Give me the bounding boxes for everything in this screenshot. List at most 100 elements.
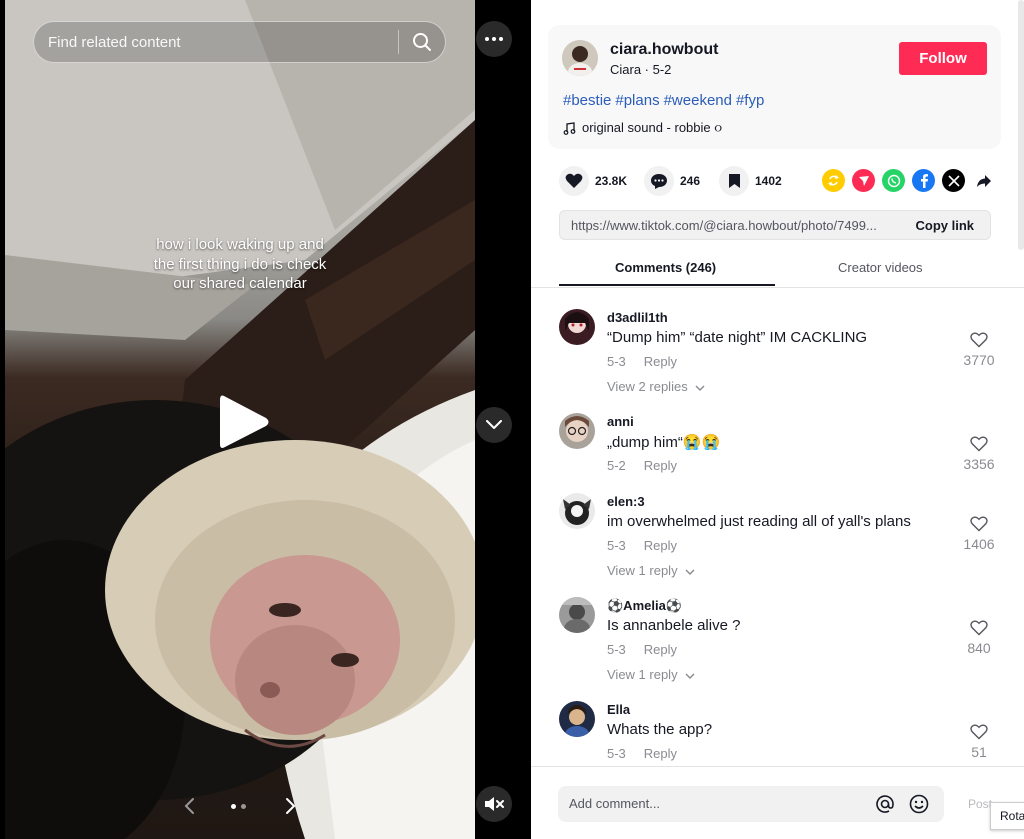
commenter-avatar[interactable]: [559, 493, 595, 529]
commenter-name[interactable]: elen:3: [607, 494, 645, 509]
x-icon[interactable]: [942, 169, 965, 192]
bookmark-icon: [728, 174, 740, 188]
comment-like-count: 51: [971, 744, 987, 760]
tooltip: Rota: [990, 802, 1024, 830]
chevron-down-icon: [685, 569, 695, 575]
commenter-name[interactable]: Ella: [607, 702, 630, 717]
commenter-name[interactable]: ⚽Amelia⚽: [607, 598, 682, 614]
commenter-name[interactable]: d3adlil1th: [607, 310, 668, 325]
comment-text: Whats the app?: [607, 721, 713, 738]
comment-bubble-icon: [651, 173, 667, 189]
commenter-avatar[interactable]: [559, 413, 595, 449]
hashtag-link[interactable]: #weekend: [664, 92, 732, 109]
chevron-down-icon: [486, 420, 502, 429]
chevron-down-icon: [685, 673, 695, 679]
reply-button[interactable]: Reply: [644, 458, 677, 473]
mention-icon[interactable]: [875, 794, 895, 814]
reply-button[interactable]: Reply: [644, 746, 677, 761]
facebook-icon[interactable]: [912, 169, 935, 192]
whatsapp-icon[interactable]: [882, 169, 905, 192]
heart-outline-icon: [970, 436, 988, 452]
comment-input-box[interactable]: [558, 786, 944, 822]
save-count: 1402: [755, 174, 782, 188]
comment-text: Is annanbele alive ?: [607, 617, 741, 634]
comment-like-count: 1406: [963, 536, 995, 552]
tab-bar: Comments (246) Creator videos: [559, 248, 991, 286]
reply-button[interactable]: Reply: [644, 538, 677, 553]
comment-text: “Dump him” “date night” IM CACKLING: [607, 329, 868, 346]
scrollbar[interactable]: [1018, 0, 1024, 250]
hashtag-link[interactable]: #bestie: [563, 92, 611, 109]
post-url[interactable]: https://www.tiktok.com/@ciara.howbout/ph…: [571, 218, 901, 233]
details-panel: ciara.howbout Ciara · 5-2 Follow #bestie…: [531, 0, 1024, 839]
post-comment-button[interactable]: Post: [968, 797, 992, 811]
carousel-dot-active[interactable]: [231, 804, 236, 809]
author-avatar[interactable]: [562, 40, 598, 76]
view-replies-button[interactable]: View 2 replies: [607, 379, 705, 394]
comment-composer: Post: [531, 766, 1024, 839]
commenter-name[interactable]: anni: [607, 414, 634, 429]
reply-button[interactable]: Reply: [644, 354, 677, 369]
tab-comments[interactable]: Comments (246): [615, 260, 716, 275]
caption-line: the first thing i do is check: [153, 255, 327, 273]
hashtag-link[interactable]: #plans: [615, 92, 659, 109]
search-button[interactable]: [399, 21, 445, 63]
tab-creator-videos[interactable]: Creator videos: [838, 260, 923, 275]
reply-button[interactable]: Reply: [644, 642, 677, 657]
comment-like-count: 3356: [963, 456, 995, 472]
heart-outline-icon: [970, 332, 988, 348]
media-viewer: how i look waking up and the first thing…: [0, 0, 531, 839]
hashtag-link[interactable]: #fyp: [736, 92, 764, 109]
comment-input[interactable]: [567, 795, 847, 812]
chevron-right-icon[interactable]: [280, 796, 300, 816]
comment-like-button[interactable]: [965, 724, 993, 745]
comment-date: 5-3: [607, 642, 626, 657]
active-tab-indicator: [559, 284, 775, 286]
share-row: [822, 169, 995, 192]
carousel-dot[interactable]: [241, 804, 246, 809]
comment-like-button[interactable]: [965, 620, 993, 641]
view-replies-button[interactable]: View 1 reply: [607, 563, 695, 578]
comment-like-button[interactable]: [965, 332, 993, 353]
chevron-down-icon: [695, 385, 705, 391]
commenter-avatar[interactable]: [559, 597, 595, 633]
play-icon[interactable]: [216, 392, 272, 452]
comment-date: 5-3: [607, 354, 626, 369]
heart-outline-icon: [970, 620, 988, 636]
related-search-bar[interactable]: [33, 21, 446, 63]
next-post-button[interactable]: [476, 407, 512, 443]
commenter-avatar[interactable]: [559, 309, 595, 345]
copy-link-button[interactable]: Copy link: [915, 218, 974, 233]
author-username[interactable]: ciara.howbout: [610, 41, 718, 59]
save-button[interactable]: 1402: [719, 166, 782, 196]
follow-button[interactable]: Follow: [899, 42, 987, 75]
comment-list: d3adlil1th “Dump him” “date night” IM CA…: [531, 288, 1024, 766]
heart-outline-icon: [970, 724, 988, 740]
post-link-box: https://www.tiktok.com/@ciara.howbout/ph…: [559, 210, 991, 240]
speaker-muted-icon: [485, 797, 504, 811]
comment-like-button[interactable]: [965, 516, 993, 537]
chevron-left-icon[interactable]: [180, 796, 200, 816]
comment-button[interactable]: 246: [644, 166, 700, 196]
emoji-icon[interactable]: [909, 794, 929, 814]
comment-text: im overwhelmed just reading all of yall'…: [607, 513, 911, 530]
photo-caption: how i look waking up and the first thing…: [120, 235, 360, 294]
view-replies-button[interactable]: View 1 reply: [607, 667, 695, 682]
hashtag-list: #bestie #plans #weekend #fyp: [563, 92, 768, 109]
related-search-input[interactable]: [34, 32, 398, 52]
comment-date: 5-3: [607, 746, 626, 761]
more-options-button[interactable]: [476, 21, 512, 57]
comment-like-count: 3770: [963, 352, 995, 368]
send-icon[interactable]: [852, 169, 875, 192]
like-button[interactable]: 23.8K: [559, 166, 627, 196]
comment-text: „dump him“😭😭: [607, 434, 721, 451]
repost-icon[interactable]: [822, 169, 845, 192]
mute-button[interactable]: [476, 786, 512, 822]
sound-link[interactable]: original sound - robbie ૦: [563, 120, 722, 136]
sound-name: original sound - robbie ૦: [582, 120, 723, 135]
commenter-avatar[interactable]: [559, 701, 595, 737]
comment-like-button[interactable]: [965, 436, 993, 457]
author-card: ciara.howbout Ciara · 5-2 Follow #bestie…: [548, 25, 1001, 149]
more-dots-icon: [485, 37, 503, 41]
share-arrow-icon[interactable]: [972, 169, 995, 192]
